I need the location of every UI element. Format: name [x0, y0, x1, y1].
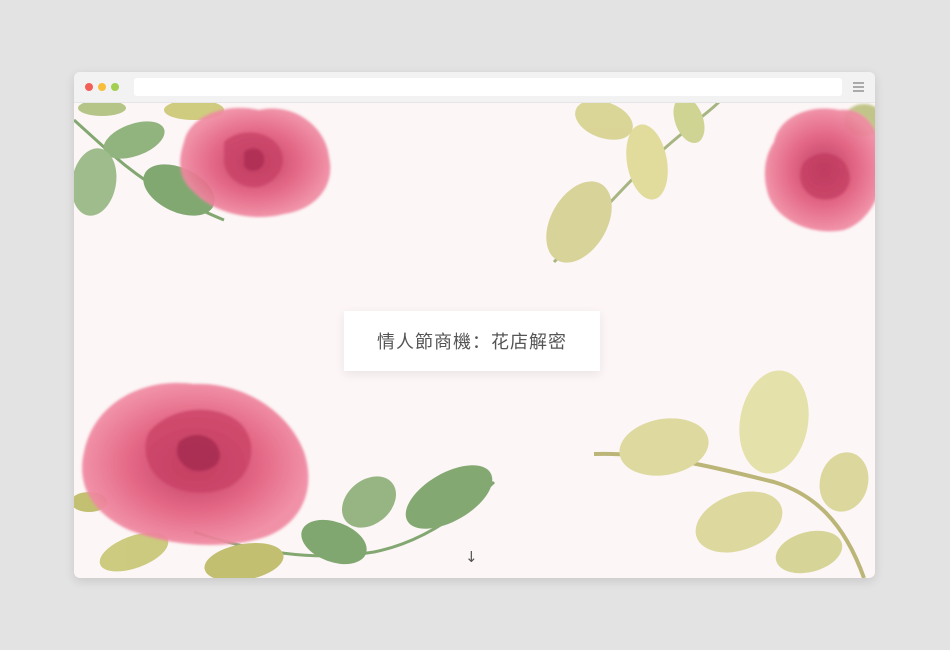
title-card: 情人節商機：花店解密 — [344, 311, 600, 371]
browser-window: 情人節商機：花店解密 ↓ — [74, 72, 875, 578]
hamburger-menu-icon[interactable] — [853, 82, 864, 92]
browser-toolbar — [74, 72, 875, 103]
address-bar[interactable] — [134, 78, 842, 96]
rose-top-right — [764, 104, 875, 232]
scroll-down-arrow-icon[interactable]: ↓ — [465, 548, 478, 566]
minimize-window-button[interactable] — [98, 83, 106, 91]
hero-section: 情人節商機：花店解密 ↓ — [74, 102, 875, 578]
maximize-window-button[interactable] — [111, 83, 119, 91]
leaf-cluster-bottom-right — [593, 370, 869, 578]
close-window-button[interactable] — [85, 83, 93, 91]
rose-bottom-left — [82, 382, 309, 545]
leaf-cluster-top-center — [546, 102, 721, 264]
page-title: 情人節商機：花店解密 — [377, 332, 567, 353]
